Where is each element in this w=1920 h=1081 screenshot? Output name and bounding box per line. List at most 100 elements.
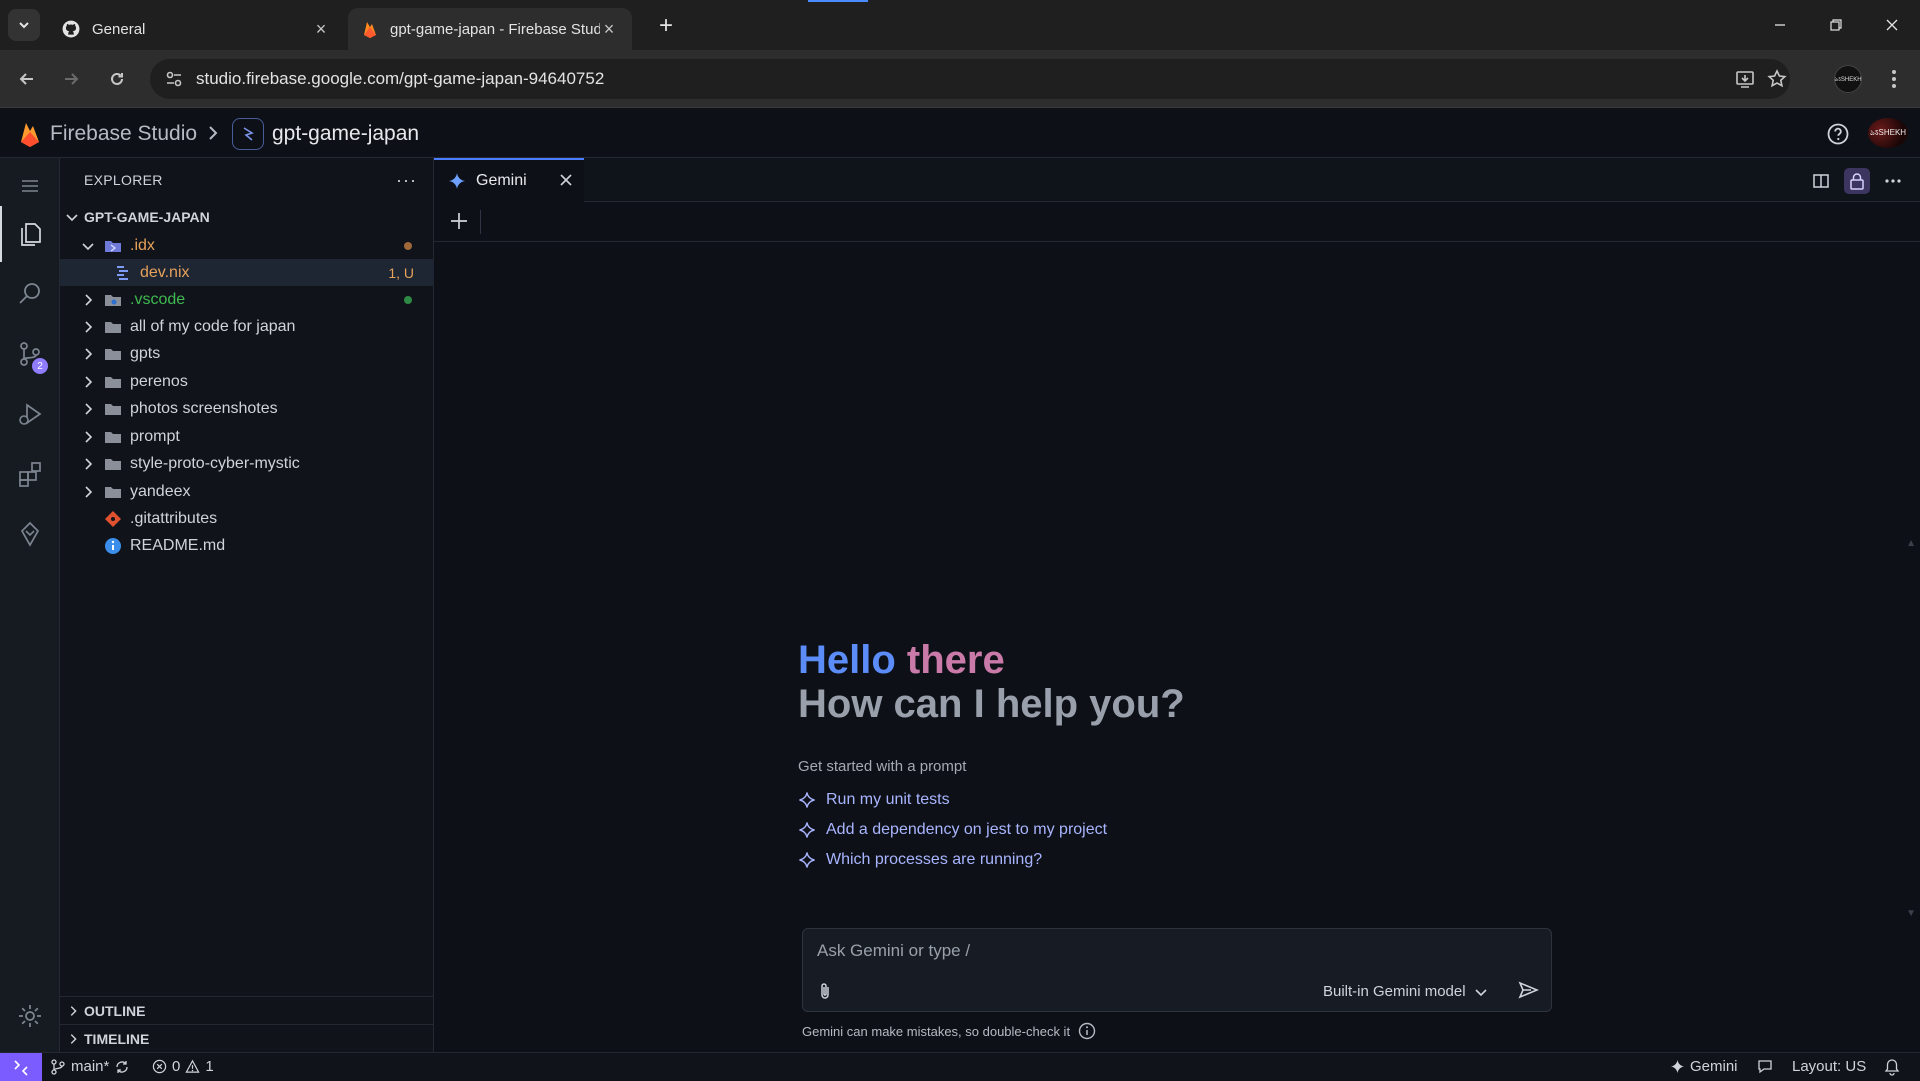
greeting-hello: Hello there [798, 638, 1005, 683]
back-button[interactable] [12, 64, 42, 94]
run-debug-icon [19, 403, 42, 425]
search-tab[interactable] [0, 266, 60, 322]
browser-menu-icon[interactable] [1884, 66, 1904, 92]
install-app-icon[interactable] [1734, 68, 1756, 90]
suggestion-add-dependency[interactable]: Add a dependency on jest to my project [798, 821, 1107, 839]
tree-folder[interactable]: all of my code for japan [60, 313, 434, 340]
tree-file-gitattributes[interactable]: .gitattributes [60, 505, 434, 532]
tree-file-readme[interactable]: README.md [60, 532, 434, 559]
extensions-tab[interactable] [0, 446, 60, 502]
browser-tab-general[interactable]: General × [48, 8, 344, 50]
split-editor-button[interactable] [1808, 168, 1834, 194]
tree-label: style-proto-cyber-mystic [130, 454, 300, 472]
new-tab-button[interactable]: + [652, 12, 680, 40]
editor-area: Gemini Hello there How can I help you? G… [434, 158, 1920, 1052]
close-window-button[interactable] [1864, 0, 1920, 50]
source-control-tab[interactable]: 2 [0, 326, 60, 382]
sync-icon[interactable] [114, 1059, 130, 1075]
lock-editor-button[interactable] [1844, 168, 1870, 194]
source-control-badge: 2 [32, 358, 48, 374]
browser-tab-firebase-studio[interactable]: gpt-game-japan - Firebase Studio × [348, 8, 632, 50]
explorer-icon [21, 223, 41, 246]
close-icon[interactable] [558, 172, 574, 188]
branch-indicator[interactable]: main* [50, 1058, 130, 1075]
tab-title: gpt-game-japan - Firebase Studio [390, 20, 600, 38]
lock-icon [1850, 173, 1864, 190]
folder-icon [105, 431, 121, 443]
git-branch-icon [51, 1058, 65, 1075]
tree-folder[interactable]: prompt [60, 423, 434, 450]
workspace-root[interactable]: GPT-GAME-JAPAN [60, 204, 434, 230]
site-settings-icon[interactable] [164, 69, 184, 89]
tree-folder[interactable]: style-proto-cyber-mystic [60, 450, 434, 477]
feedback-button[interactable] [1756, 1058, 1774, 1076]
scroll-up-arrow[interactable]: ▲ [1906, 538, 1916, 549]
workspace-icon [243, 127, 254, 141]
tree-label: .vscode [130, 290, 186, 308]
notifications-button[interactable] [1884, 1058, 1900, 1076]
tree-folder-vscode[interactable]: .vscode [60, 286, 434, 313]
tree-folder[interactable]: yandeex [60, 478, 434, 505]
close-tab-icon[interactable]: × [600, 19, 618, 39]
close-icon [1886, 19, 1898, 31]
tree-folder-idx[interactable]: .idx [60, 232, 434, 259]
tree-folder[interactable]: gpts [60, 340, 434, 367]
remote-indicator[interactable] [0, 1053, 42, 1081]
explorer-tab[interactable] [0, 206, 60, 262]
minimize-icon [1775, 24, 1785, 26]
keyboard-layout[interactable]: Layout: US [1792, 1058, 1866, 1075]
address-bar[interactable]: studio.firebase.google.com/gpt-game-japa… [150, 59, 1790, 99]
project-name[interactable]: gpt-game-japan [272, 122, 419, 146]
bell-icon [1884, 1059, 1900, 1076]
tab-search-button[interactable] [8, 9, 40, 41]
forward-button[interactable] [56, 64, 86, 94]
git-status: 1, U [388, 264, 414, 281]
attach-paperclip-icon[interactable] [817, 981, 833, 1001]
window-controls [1752, 0, 1920, 50]
reload-button[interactable] [102, 64, 132, 94]
model-selector[interactable]: Built-in Gemini model [1323, 983, 1488, 1000]
problems-indicator[interactable]: 0 1 [152, 1058, 214, 1075]
tree-file-dev-nix[interactable]: dev.nix 1, U [60, 259, 434, 286]
profile-text: ঌऽSHEKH [1834, 76, 1862, 83]
chat-input[interactable] [817, 939, 1517, 963]
warning-icon [185, 1059, 200, 1073]
gemini-status[interactable]: Gemini [1670, 1058, 1738, 1075]
send-icon[interactable] [1517, 979, 1539, 1001]
minimize-button[interactable] [1752, 0, 1808, 50]
tab-label: Gemini [476, 172, 527, 189]
tree-folder[interactable]: perenos [60, 368, 434, 395]
close-tab-icon[interactable]: × [312, 19, 330, 39]
sparkle-icon [799, 852, 815, 868]
help-icon[interactable] [1826, 122, 1850, 146]
chevron-right-icon [85, 320, 93, 333]
scroll-down-arrow[interactable]: ▼ [1906, 908, 1916, 919]
chevron-right-icon [70, 1005, 77, 1016]
run-debug-tab[interactable] [0, 386, 60, 442]
suggestion-run-tests[interactable]: Run my unit tests [798, 791, 950, 809]
suggestion-processes[interactable]: Which processes are running? [798, 851, 1042, 869]
chat-input-box: Built-in Gemini model [802, 928, 1552, 1012]
remote-icon [14, 1060, 28, 1076]
browser-profile-avatar[interactable]: ঌऽSHEKH [1834, 65, 1862, 93]
more-actions-button[interactable] [1880, 168, 1906, 194]
chevron-down-icon [1474, 988, 1487, 996]
brand-name[interactable]: Firebase Studio [50, 122, 197, 146]
workspace-root-label: GPT-GAME-JAPAN [84, 209, 210, 225]
tab-gemini[interactable]: Gemini [434, 158, 584, 202]
new-chat-icon[interactable] [448, 210, 470, 232]
info-icon[interactable] [1078, 1022, 1096, 1040]
timeline-section[interactable]: TIMELINE [60, 1024, 434, 1052]
tree-folder[interactable]: photos screenshotes [60, 395, 434, 422]
settings-button[interactable] [0, 988, 60, 1044]
chevron-right-icon [85, 402, 93, 415]
restore-button[interactable] [1808, 0, 1864, 50]
url-text[interactable]: studio.firebase.google.com/gpt-game-japa… [196, 69, 604, 89]
more-actions-icon[interactable]: ··· [396, 170, 417, 191]
folder-icon [105, 403, 121, 415]
outline-section[interactable]: OUTLINE [60, 996, 434, 1024]
bookmark-star-icon[interactable] [1766, 68, 1788, 90]
user-avatar[interactable]: ঌऽSHEKH [1868, 118, 1908, 148]
firebase-studio-tab[interactable] [0, 506, 60, 562]
warning-count: 1 [205, 1058, 214, 1075]
